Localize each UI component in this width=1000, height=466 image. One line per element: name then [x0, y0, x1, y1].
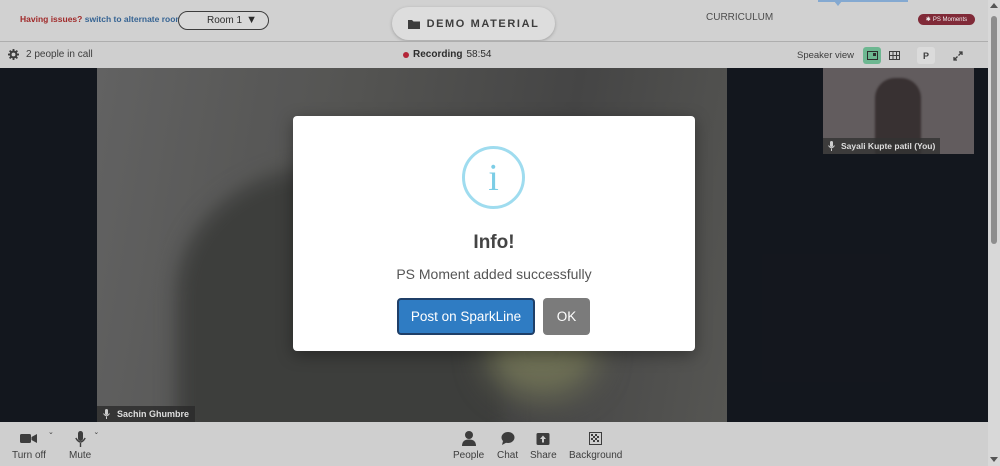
info-icon: i	[462, 146, 525, 209]
post-on-sparkline-button[interactable]: Post on SparkLine	[397, 298, 535, 335]
page-scrollbar[interactable]	[988, 0, 1000, 466]
ok-button[interactable]: OK	[543, 298, 590, 335]
scroll-down-arrow[interactable]	[990, 457, 998, 462]
dialog-message: PS Moment added successfully	[396, 266, 592, 282]
info-icon-glyph: i	[488, 156, 499, 199]
scroll-up-arrow[interactable]	[990, 3, 998, 8]
scroll-thumb[interactable]	[991, 16, 997, 244]
dialog-title: Info!	[473, 232, 515, 253]
info-dialog: i Info! PS Moment added successfully Pos…	[293, 116, 695, 351]
